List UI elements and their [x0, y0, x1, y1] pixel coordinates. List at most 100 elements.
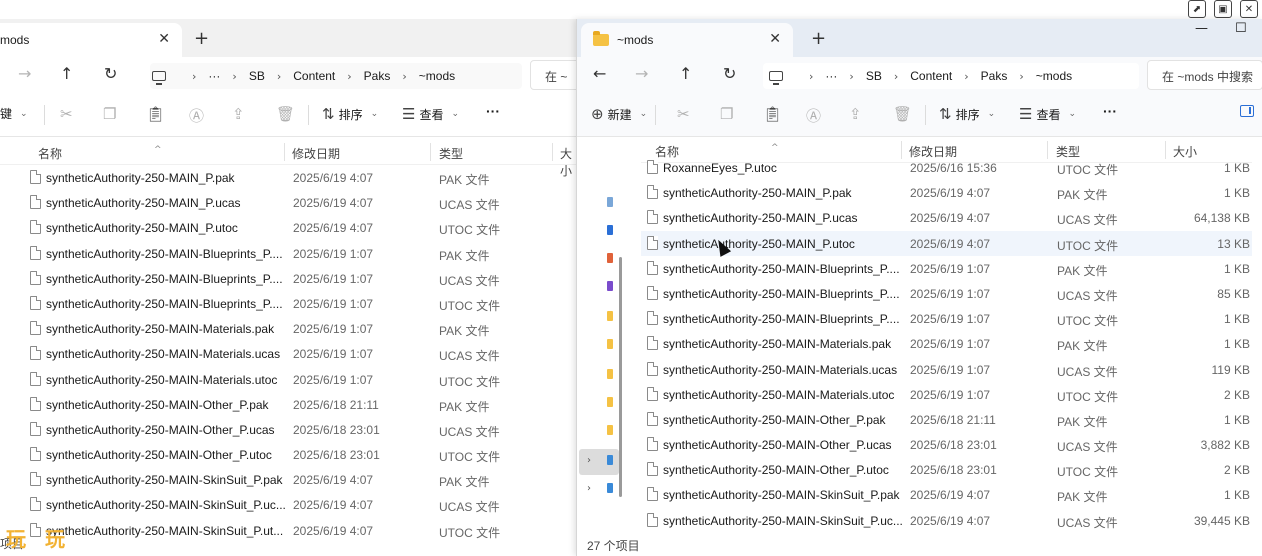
file-row[interactable]: syntheticAuthority-250-MAIN_P.ucas 2025/6… — [0, 190, 576, 215]
minimize-button[interactable]: — — [1195, 21, 1208, 36]
new-tab-button[interactable]: + — [811, 28, 826, 49]
file-row[interactable]: syntheticAuthority-250-MAIN-Blueprints_P… — [641, 256, 1252, 281]
file-row[interactable]: syntheticAuthority-250-MAIN-Blueprints_P… — [0, 241, 576, 266]
file-row[interactable]: syntheticAuthority-250-MAIN-Other_P.utoc… — [641, 457, 1252, 482]
rename-button[interactable]: Ⓐ — [189, 105, 204, 126]
view-button[interactable]: ☰ 查看 ⌄ — [402, 105, 459, 123]
nav-item-icon[interactable] — [607, 197, 613, 207]
paste-button[interactable]: 📋︎ — [763, 105, 782, 123]
breadcrumb[interactable]: › ··· › SB › Content › Paks › ~mods — [150, 63, 522, 89]
file-row[interactable]: syntheticAuthority-250-MAIN-SkinSuit_P.p… — [641, 482, 1252, 507]
paste-button[interactable]: 📋︎ — [146, 105, 165, 123]
file-row[interactable]: syntheticAuthority-250-MAIN-Other_P.ucas… — [641, 432, 1252, 457]
breadcrumb-sb[interactable]: SB — [249, 69, 265, 83]
column-header-date[interactable]: 修改日期 — [292, 145, 340, 162]
breadcrumb-mods[interactable]: ~mods — [1036, 69, 1072, 83]
file-row[interactable]: syntheticAuthority-250-MAIN-Other_P.pak 2… — [641, 407, 1252, 432]
drive-icon[interactable] — [607, 455, 613, 465]
forward-button[interactable]: → — [18, 64, 31, 83]
chevron-right-icon[interactable]: › — [587, 455, 591, 466]
file-row[interactable]: syntheticAuthority-250-MAIN_P.pak 2025/6/… — [0, 165, 576, 190]
back-button[interactable]: ← — [593, 64, 606, 83]
file-row[interactable]: syntheticAuthority-250-MAIN-Materials.uc… — [0, 341, 576, 366]
nav-item-icon[interactable] — [607, 281, 613, 291]
file-row[interactable]: syntheticAuthority-250-MAIN-SkinSuit_P.u… — [0, 518, 576, 543]
refresh-button[interactable]: ↻ — [104, 64, 117, 83]
breadcrumb-overflow[interactable]: ··· — [825, 69, 837, 83]
new-tab-button[interactable]: + — [194, 28, 209, 49]
file-row[interactable]: syntheticAuthority-250-MAIN-Materials.pa… — [641, 331, 1252, 356]
folder-icon[interactable] — [607, 425, 613, 435]
more-button[interactable]: ··· — [486, 103, 500, 119]
file-row[interactable]: syntheticAuthority-250-MAIN-Materials.uc… — [641, 357, 1252, 382]
rename-button[interactable]: Ⓐ — [806, 105, 821, 126]
breadcrumb-content[interactable]: Content — [910, 69, 952, 83]
breadcrumb-sb[interactable]: SB — [866, 69, 882, 83]
chevron-right-icon[interactable]: › — [587, 483, 591, 494]
folder-icon[interactable] — [607, 339, 613, 349]
file-row[interactable]: syntheticAuthority-250-MAIN-Other_P.utoc… — [0, 442, 576, 467]
column-header-type[interactable]: 类型 — [439, 145, 463, 162]
file-row[interactable]: syntheticAuthority-250-MAIN-SkinSuit_P.u… — [641, 508, 1252, 533]
maximize-button[interactable]: ☐ — [1235, 21, 1247, 36]
search-input[interactable]: 在 ~mods 中搜索 — [1147, 60, 1262, 90]
folder-icon[interactable] — [607, 397, 613, 407]
delete-button[interactable]: 🗑︎ — [276, 105, 295, 123]
tab-mods[interactable]: ~mods ✕ — [581, 23, 793, 57]
breadcrumb-content[interactable]: Content — [293, 69, 335, 83]
file-row[interactable]: syntheticAuthority-250-MAIN-Blueprints_P… — [0, 266, 576, 291]
breadcrumb-mods[interactable]: ~mods — [419, 69, 455, 83]
search-input[interactable]: 在 ~ — [530, 60, 576, 90]
view-button[interactable]: ☰ 查看 ⌄ — [1019, 105, 1076, 123]
tab-close-icon[interactable]: ✕ — [769, 31, 781, 47]
file-row[interactable]: RoxanneEyes_P.utoc 2025/6/16 15:36 UTOC 文件… — [641, 155, 1252, 180]
up-button[interactable]: ↑ — [679, 64, 692, 83]
new-button[interactable]: 键 ⌄ — [0, 105, 28, 122]
tab-close-icon[interactable]: ✕ — [158, 31, 170, 47]
breadcrumb-paks[interactable]: Paks — [364, 69, 391, 83]
share-button[interactable]: ⇪ — [849, 105, 862, 123]
new-button[interactable]: ⊕ 新建 ⌄ — [591, 105, 647, 123]
file-row[interactable]: syntheticAuthority-250-MAIN-Blueprints_P… — [641, 306, 1252, 331]
details-pane-icon[interactable] — [1240, 105, 1254, 117]
copy-button[interactable]: ❐ — [720, 105, 733, 123]
restore-icon[interactable]: ▣ — [1214, 0, 1232, 18]
file-row[interactable]: syntheticAuthority-250-MAIN-Blueprints_P… — [641, 281, 1252, 306]
column-header-name[interactable]: 名称 — [38, 145, 62, 162]
file-row[interactable]: syntheticAuthority-250-MAIN_P.ucas 2025/6… — [641, 205, 1252, 230]
folder-icon[interactable] — [607, 369, 613, 379]
column-divider[interactable] — [552, 143, 553, 161]
up-button[interactable]: ↑ — [60, 64, 73, 83]
cut-button[interactable]: ✂ — [677, 105, 690, 123]
file-row[interactable]: syntheticAuthority-250-MAIN_P.pak 2025/6/… — [641, 180, 1252, 205]
scrollbar[interactable] — [619, 257, 622, 497]
copy-button[interactable]: ❐ — [103, 105, 116, 123]
sort-button[interactable]: ⇅ 排序 ⌄ — [322, 105, 378, 123]
file-row[interactable]: syntheticAuthority-250-MAIN-Other_P.pak 2… — [0, 392, 576, 417]
sort-button[interactable]: ⇅ 排序 ⌄ — [939, 105, 995, 123]
file-row[interactable]: syntheticAuthority-250-MAIN_P.utoc 2025/6… — [641, 230, 1252, 256]
tab-mods[interactable]: mods ✕ — [0, 23, 182, 57]
file-row[interactable]: syntheticAuthority-250-MAIN-SkinSuit_P.u… — [0, 492, 576, 517]
nav-item-selected[interactable] — [579, 449, 619, 475]
file-row[interactable]: syntheticAuthority-250-MAIN-Materials.pa… — [0, 316, 576, 341]
breadcrumb-overflow[interactable]: ··· — [208, 69, 220, 83]
column-divider[interactable] — [284, 143, 285, 161]
delete-button[interactable]: 🗑︎ — [893, 105, 912, 123]
folder-icon[interactable] — [607, 311, 613, 321]
column-divider[interactable] — [430, 143, 431, 161]
file-row[interactable]: syntheticAuthority-250-MAIN-Materials.ut… — [641, 382, 1252, 407]
breadcrumb[interactable]: › ··· › SB › Content › Paks › ~mods — [763, 63, 1139, 89]
breadcrumb-paks[interactable]: Paks — [981, 69, 1008, 83]
file-row[interactable]: syntheticAuthority-250-MAIN-Blueprints_P… — [0, 291, 576, 316]
drive-icon[interactable] — [607, 483, 613, 493]
nav-item-icon[interactable] — [607, 225, 613, 235]
share-button[interactable]: ⇪ — [232, 105, 245, 123]
forward-button[interactable]: → — [635, 64, 648, 83]
more-button[interactable]: ··· — [1103, 103, 1117, 119]
file-row[interactable]: syntheticAuthority-250-MAIN_P.utoc 2025/6… — [0, 215, 576, 240]
nav-item-icon[interactable] — [607, 253, 613, 263]
refresh-button[interactable]: ↻ — [723, 64, 736, 83]
popout-icon[interactable]: ⬈ — [1188, 0, 1206, 18]
file-row[interactable]: syntheticAuthority-250-MAIN-SkinSuit_P.p… — [0, 467, 576, 492]
